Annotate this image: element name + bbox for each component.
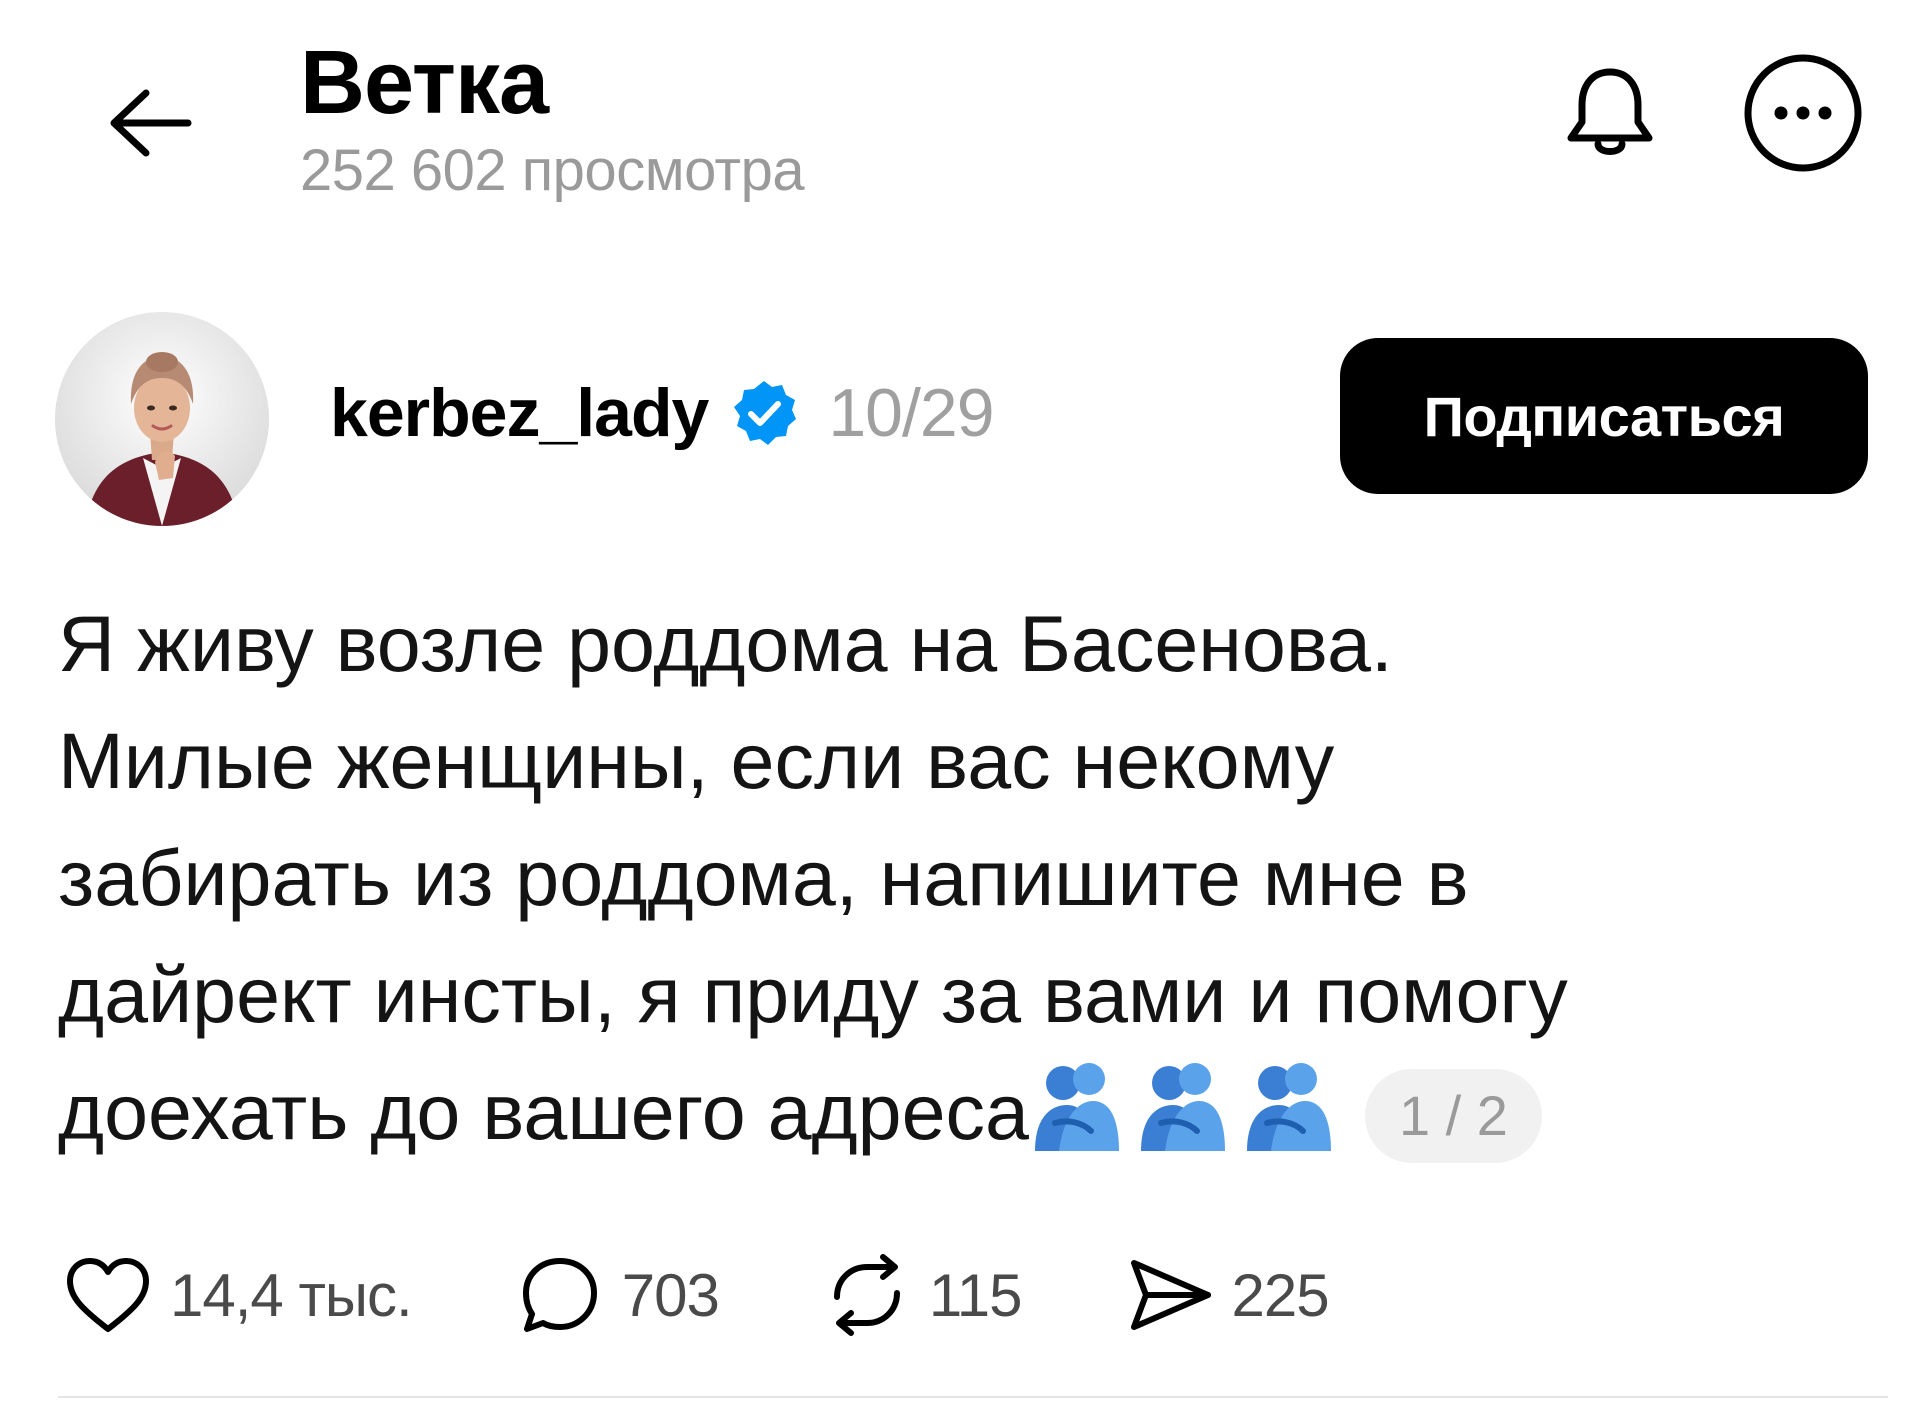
page-indicator: 1 / 2	[1364, 1069, 1542, 1163]
repost-icon	[819, 1247, 915, 1343]
verified-badge-icon	[728, 377, 800, 449]
post-text-line: дайрект инсты, я приду за вами и помогу	[58, 950, 1568, 1039]
share-count: 225	[1231, 1261, 1330, 1329]
back-button[interactable]	[95, 68, 205, 178]
heart-icon	[60, 1247, 156, 1343]
bell-icon	[1567, 68, 1653, 155]
comment-icon	[512, 1247, 608, 1343]
avatar-photo	[55, 312, 269, 526]
post-meta: kerbez_lady 10/29	[330, 368, 995, 458]
post-text-line: забирать из роддома, напишите мне в	[58, 833, 1469, 922]
share-button[interactable]: 225	[1122, 1247, 1330, 1343]
post-text: Я живу возле роддома на Басенова. Милые …	[58, 585, 1818, 1170]
more-horizontal-icon	[1744, 54, 1862, 172]
arrow-left-icon	[110, 89, 192, 157]
like-count: 14,4 тыс.	[170, 1261, 413, 1329]
follow-button[interactable]: Подписаться	[1340, 338, 1868, 494]
action-bar: 14,4 тыс. 703 115 225	[60, 1240, 1429, 1350]
more-options-button[interactable]	[1738, 48, 1868, 178]
comment-count: 703	[621, 1261, 720, 1329]
author-username[interactable]: kerbez_lady	[330, 374, 709, 452]
repost-button[interactable]: 115	[819, 1247, 1022, 1343]
people-hugging-emoji	[1135, 1057, 1229, 1151]
people-hugging-emoji	[1029, 1057, 1123, 1151]
post-text-line: Я живу возле роддома на Басенова.	[58, 599, 1393, 688]
like-button[interactable]: 14,4 тыс.	[60, 1247, 413, 1343]
avatar[interactable]	[55, 312, 269, 526]
people-hugging-emoji	[1241, 1057, 1335, 1151]
post-text-last-line: доехать до вашего адреса 1 / 2	[58, 1053, 1818, 1170]
view-count: 252 602 просмотра	[300, 138, 805, 203]
post-text-line: доехать до вашего адреса	[58, 1067, 1029, 1156]
send-icon	[1122, 1247, 1218, 1343]
comment-button[interactable]: 703	[512, 1247, 720, 1343]
post-date: 10/29	[828, 375, 994, 451]
divider	[58, 1396, 1888, 1398]
repost-count: 115	[928, 1261, 1023, 1329]
page-title: Ветка	[300, 33, 549, 133]
notifications-button[interactable]	[1545, 48, 1675, 178]
post-text-line: Милые женщины, если вас некому	[58, 716, 1335, 805]
